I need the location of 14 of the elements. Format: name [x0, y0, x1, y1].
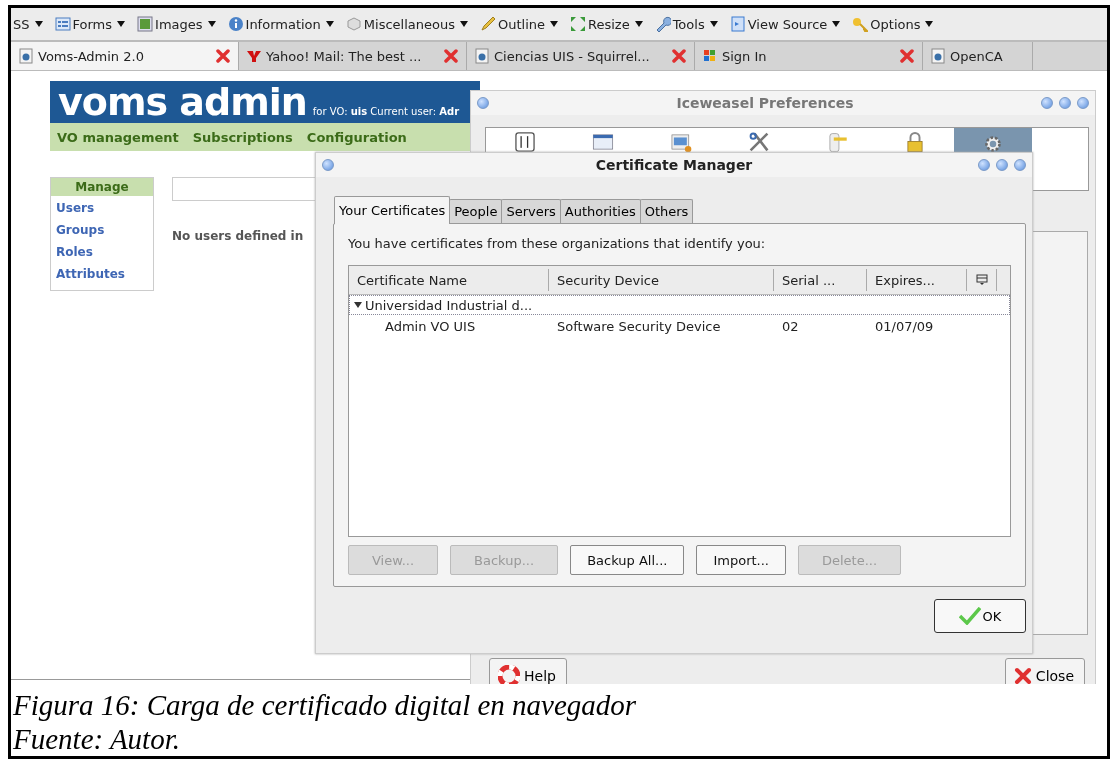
- group-name: Universidad Industrial d...: [365, 297, 533, 313]
- logo: voms admin: [58, 81, 307, 123]
- table-cell-text: Admin VO UIS: [384, 318, 477, 334]
- source-caption: Fuente: Autor.: [13, 722, 180, 756]
- panel-title: Manage: [51, 178, 153, 196]
- vo-info: for VO: uis Current user: Adr: [312, 106, 460, 119]
- intro-text: You have certificates from these organizations that identify you:: [348, 236, 767, 251]
- table-cell-text: 02: [781, 318, 800, 334]
- message-text: No users defined in: [172, 229, 304, 243]
- table-cell-text: Software Security Device: [556, 318, 722, 334]
- figure-caption: Figura 16: Carga de certificado digital en navegador: [13, 688, 637, 722]
- window-title: Certificate Manager: [595, 157, 753, 173]
- window-title: Iceweasel Preferences: [676, 95, 854, 111]
- table-cell-text: 01/07/09: [874, 318, 935, 334]
